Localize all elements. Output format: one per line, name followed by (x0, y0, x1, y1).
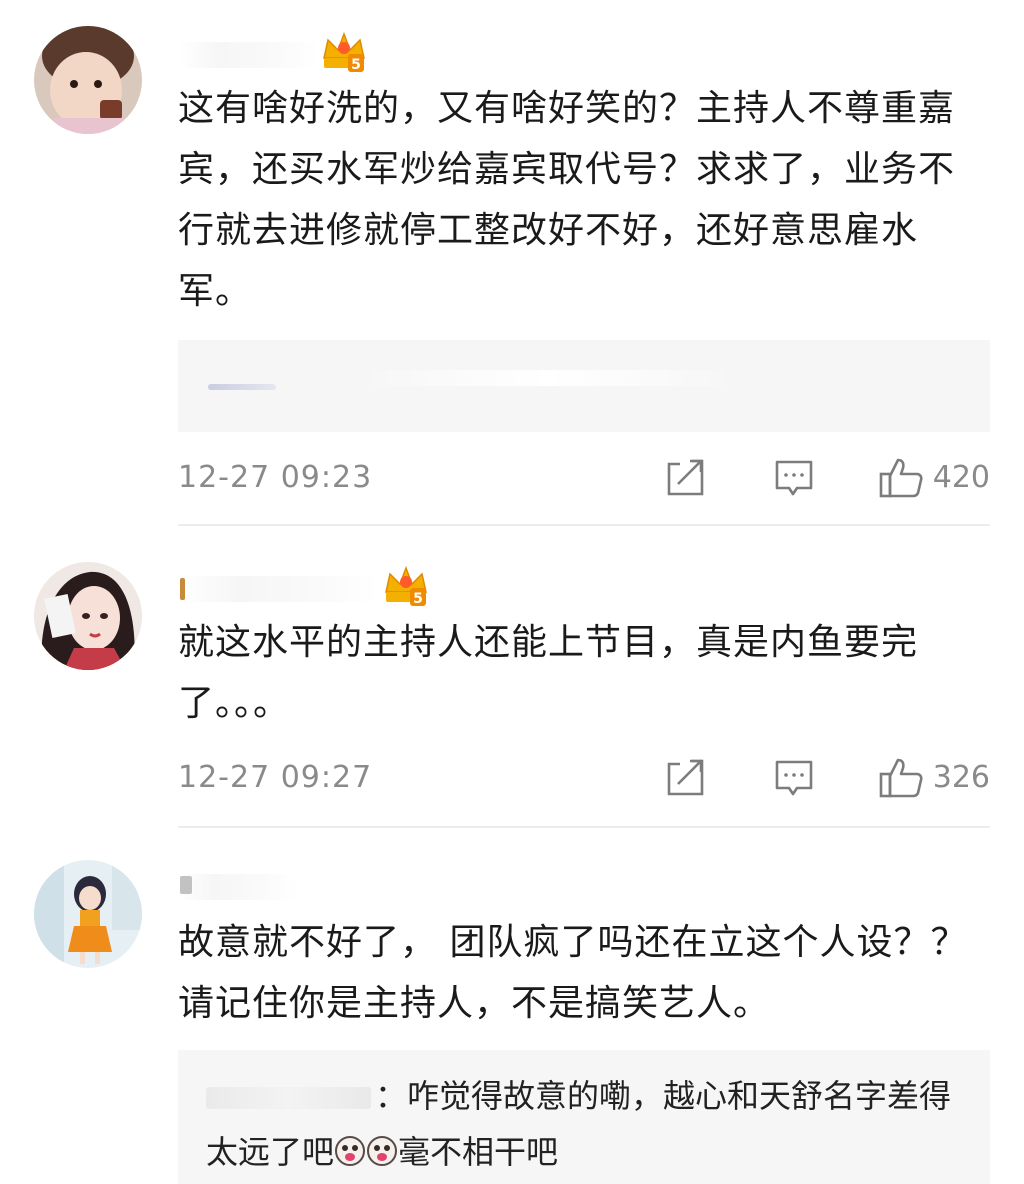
reply-box-redacted[interactable] (178, 340, 990, 432)
crown-vip-icon: 5 (385, 565, 427, 607)
timestamp: 12-27 09:27 (178, 760, 373, 795)
comment-button[interactable] (772, 756, 816, 800)
username-redacted[interactable] (178, 576, 378, 602)
avatar[interactable] (34, 562, 142, 670)
like-count: 326 (932, 760, 990, 795)
avatar[interactable] (34, 860, 142, 968)
repost-button[interactable] (664, 756, 708, 800)
username-redacted[interactable] (178, 42, 318, 68)
vip-level: 5 (413, 591, 423, 607)
username-redacted[interactable] (178, 874, 298, 900)
like-count: 420 (932, 460, 990, 495)
repost-icon (667, 459, 704, 496)
vip-level: 5 (351, 57, 361, 73)
comment-text: 这有啥好洗的，又有啥好笑的？主持人不尊重嘉宾，还买水军炒给嘉宾取代号？求求了，业… (178, 88, 956, 312)
comment-meta: 12-27 09:27 326 (178, 756, 990, 800)
username-fragment (180, 876, 192, 894)
divider (178, 524, 990, 526)
like-button[interactable] (878, 756, 924, 800)
avatar-cartoon-girl (34, 860, 142, 968)
reply-text-part: 毫不相干吧 (398, 1133, 559, 1171)
thumbs-up-icon (879, 758, 923, 798)
reply-username-redacted[interactable] (206, 1087, 371, 1109)
doge-face-icon (335, 1136, 366, 1166)
avatar[interactable] (34, 26, 142, 134)
avatar-baby-photo (34, 26, 142, 134)
comment-icon (775, 760, 813, 796)
comment-text: 就这水平的主持人还能上节目，真是内鱼要完了。。。 (178, 622, 919, 724)
like-button[interactable] (878, 456, 924, 500)
doge-face-icon (367, 1136, 398, 1166)
comment-button[interactable] (772, 456, 816, 500)
repost-button[interactable] (664, 456, 708, 500)
timestamp: 12-27 09:23 (178, 460, 373, 495)
thumbs-up-icon (879, 458, 923, 498)
divider (178, 826, 990, 828)
avatar-illustrated-girl (34, 562, 142, 670)
comment-icon (775, 460, 813, 496)
comment-text: 故意就不好了， 团队疯了吗还在立这个人设？？请记住你是主持人，不是搞笑艺人。 (178, 922, 968, 1024)
reply-box[interactable]: ：咋觉得故意的嘞，越心和天舒名字差得太远了吧 毫不相干吧 (178, 1050, 990, 1184)
reply-text: ：咋觉得故意的嘞，越心和天舒名字差得太远了吧 毫不相干吧 (206, 1068, 966, 1180)
comment-meta: 12-27 09:23 420 (178, 456, 990, 500)
username-fragment (180, 578, 185, 600)
repost-icon (667, 759, 704, 796)
crown-vip-icon: 5 (323, 31, 365, 73)
